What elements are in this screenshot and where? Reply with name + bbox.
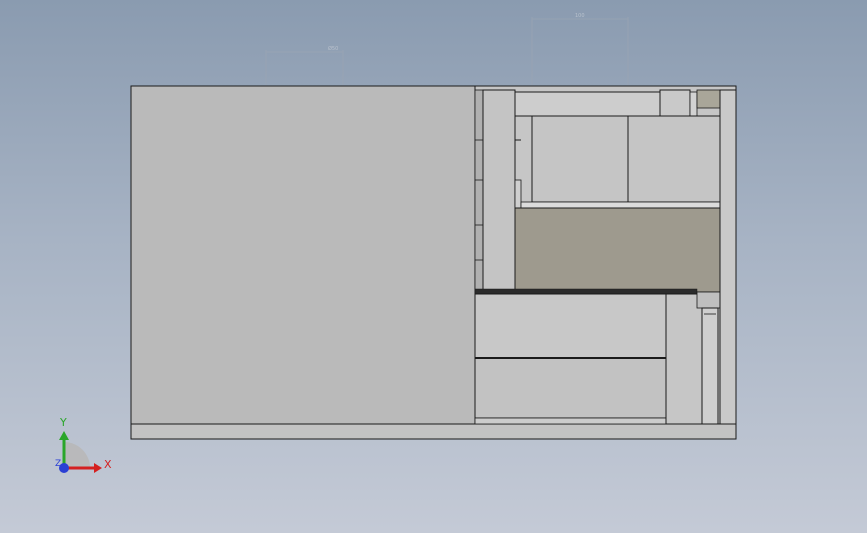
x-axis-label: X: [104, 458, 112, 471]
beam-end-block[interactable]: [659, 89, 691, 119]
y-arrow-icon: [59, 431, 69, 440]
column-strip[interactable]: [474, 89, 484, 293]
axis-triad[interactable]: X Y Z: [55, 416, 112, 473]
base-plate[interactable]: [130, 423, 737, 440]
compartment-right[interactable]: [627, 115, 721, 203]
dimension-right-label: 100: [575, 13, 585, 19]
x-arrow-icon: [94, 463, 102, 473]
left-panel[interactable]: [130, 85, 476, 425]
drawer-lower[interactable]: [474, 357, 667, 419]
triad-arc: [64, 442, 90, 468]
top-right-block[interactable]: [696, 89, 722, 109]
cad-viewport[interactable]: Ø50 100 X Y Z: [0, 0, 867, 533]
shelf-rail[interactable]: [520, 201, 721, 209]
right-edge-strip[interactable]: [719, 89, 737, 425]
dimension-left[interactable]: Ø50: [265, 45, 344, 86]
black-bar[interactable]: [474, 288, 698, 295]
column-main[interactable]: [482, 89, 516, 293]
drawer-base[interactable]: [474, 417, 667, 425]
y-axis-label: Y: [59, 416, 67, 429]
side-post-narrow[interactable]: [701, 307, 719, 425]
compartment-left[interactable]: [531, 115, 629, 203]
dimension-right[interactable]: 100: [531, 13, 629, 86]
side-post-wide[interactable]: [665, 293, 703, 425]
top-beam[interactable]: [514, 91, 661, 117]
beam-end-cap[interactable]: [689, 91, 698, 117]
dark-panel[interactable]: [514, 207, 721, 293]
side-post-top[interactable]: [696, 291, 721, 309]
model-body[interactable]: [130, 85, 737, 440]
z-axis-label: Z: [55, 459, 61, 469]
drawer-upper[interactable]: [474, 293, 667, 359]
dimension-left-label: Ø50: [328, 45, 338, 52]
